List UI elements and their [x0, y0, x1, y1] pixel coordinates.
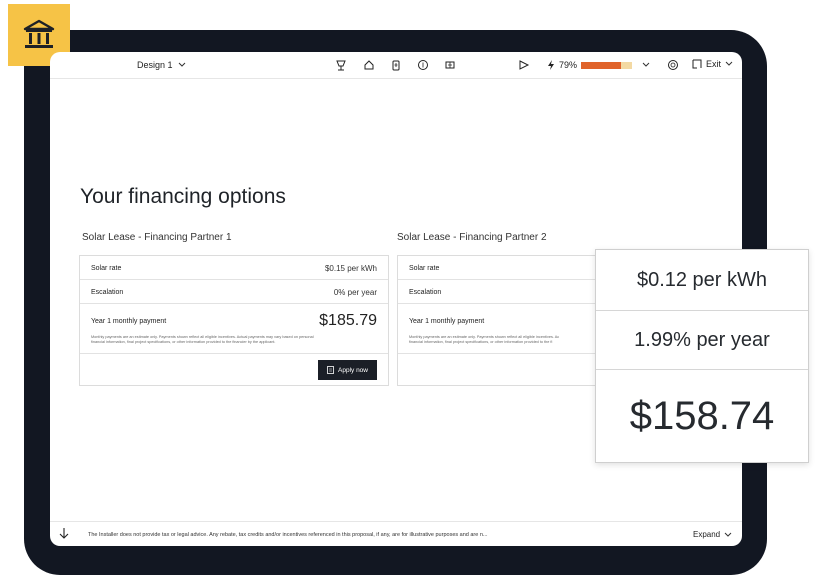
incentives-button[interactable]	[443, 58, 457, 72]
design-selector[interactable]: Design 1	[137, 60, 186, 70]
apply-now-label: Apply now	[338, 366, 368, 374]
dollar-icon	[418, 60, 428, 70]
payment-value: $185.79	[319, 312, 377, 329]
lightning-icon	[548, 60, 554, 70]
send-button[interactable]	[517, 58, 531, 72]
card-title-partner-2: Solar Lease - Financing Partner 2	[397, 232, 547, 243]
chevron-down-icon	[725, 61, 733, 66]
escalation-row: Escalation 0% per year	[80, 280, 388, 304]
payment-label: Year 1 monthly payment	[409, 318, 485, 325]
chevron-down-icon	[642, 62, 650, 67]
battery-icon	[392, 60, 400, 71]
incentive-icon	[445, 61, 455, 69]
design-label: Design 1	[137, 60, 173, 70]
escalation-value: 0% per year	[333, 288, 377, 297]
exit-button[interactable]: Exit	[692, 59, 733, 69]
card-title-partner-1: Solar Lease - Financing Partner 1	[82, 232, 232, 243]
escalation-label: Escalation	[91, 289, 124, 296]
send-icon	[519, 60, 530, 70]
production-indicator[interactable]: 79%	[547, 60, 650, 70]
support-button[interactable]	[666, 58, 680, 72]
apply-now-button[interactable]: Apply now	[318, 360, 377, 380]
page-title: Your financing options	[80, 185, 286, 208]
production-bar-fill	[581, 61, 622, 69]
payment-disclaimer: Monthly payments are an estimate only. P…	[91, 335, 371, 345]
disclaimer-line: financial information, final project spe…	[409, 340, 553, 344]
zoom-callout: $0.12 per kWh 1.99% per year $158.74	[595, 249, 809, 463]
solar-panel-icon	[336, 60, 346, 71]
card-actions: Apply now	[80, 354, 388, 387]
solar-rate-label: Solar rate	[91, 265, 122, 272]
solar-rate-value: $0.15 per kWh	[324, 264, 377, 273]
payment-row: Year 1 monthly payment $185.79 Monthly p…	[80, 304, 388, 354]
chevron-down-icon	[178, 62, 185, 67]
zoom-solar-rate: $0.12 per kWh	[596, 250, 808, 311]
bank-icon	[23, 19, 55, 48]
chevron-down-icon	[724, 532, 732, 537]
battery-button[interactable]	[389, 58, 403, 72]
payment-disclaimer: Monthly payments are an estimate only. P…	[409, 335, 594, 345]
production-bar	[581, 61, 633, 69]
support-icon	[668, 60, 678, 70]
expand-button[interactable]: Expand	[693, 530, 732, 539]
exit-icon	[692, 59, 702, 69]
home-icon	[364, 60, 374, 70]
zoom-payment: $158.74	[629, 393, 775, 438]
arrow-down-icon[interactable]	[59, 527, 69, 540]
solar-rate-label: Solar rate	[409, 265, 440, 272]
top-toolbar: Design 1 79% Exit	[50, 52, 742, 79]
escalation-label: Escalation	[409, 289, 442, 296]
solar-rate-row: Solar rate $0.15 per kWh	[80, 256, 388, 280]
solar-panel-button[interactable]	[334, 58, 348, 72]
home-button[interactable]	[362, 58, 376, 72]
expand-label: Expand	[693, 530, 721, 539]
financing-card-1: Solar rate $0.15 per kWh Escalation 0% p…	[79, 255, 389, 386]
disclaimer-footer: The Installer does not provide tax or le…	[50, 521, 742, 546]
battery-percent: 79%	[559, 60, 578, 70]
payment-label: Year 1 monthly payment	[91, 318, 167, 325]
financing-button[interactable]	[416, 58, 430, 72]
exit-label: Exit	[706, 59, 722, 69]
document-icon	[327, 366, 334, 374]
zoom-escalation: 1.99% per year	[596, 311, 808, 370]
footer-disclaimer: The Installer does not provide tax or le…	[88, 532, 488, 538]
disclaimer-line: financial information, final project spe…	[91, 340, 276, 344]
